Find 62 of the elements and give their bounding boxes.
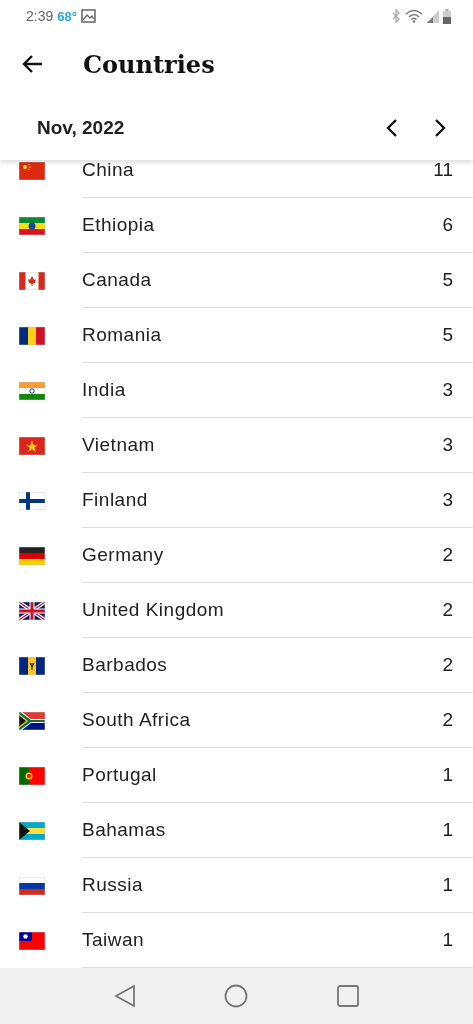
flag-icon bbox=[19, 711, 45, 730]
period-label: Nov, 2022 bbox=[37, 117, 126, 139]
visit-count: 2 bbox=[442, 544, 453, 566]
flag-icon bbox=[19, 271, 45, 290]
flag-icon bbox=[19, 546, 45, 565]
circle-icon bbox=[224, 984, 249, 1008]
country-name: India bbox=[82, 379, 127, 401]
country-name: Germany bbox=[82, 544, 165, 566]
wifi-icon bbox=[405, 9, 423, 23]
visit-count: 3 bbox=[442, 489, 453, 511]
bluetooth-icon bbox=[392, 9, 401, 23]
visit-count: 6 bbox=[442, 214, 453, 236]
country-name: Canada bbox=[82, 269, 153, 291]
flag-icon bbox=[19, 381, 45, 400]
visit-count: 3 bbox=[442, 434, 453, 456]
visit-count: 1 bbox=[442, 764, 453, 786]
country-name: China bbox=[82, 160, 136, 181]
battery-icon bbox=[443, 8, 451, 24]
country-name: Barbados bbox=[82, 654, 169, 676]
flag-icon bbox=[19, 326, 45, 345]
screen-title: Countries bbox=[83, 49, 215, 79]
square-icon bbox=[336, 985, 359, 1007]
visit-count: 5 bbox=[442, 324, 453, 346]
country-name: Taiwan bbox=[82, 929, 146, 951]
flag-icon bbox=[19, 876, 45, 895]
country-name: Romania bbox=[82, 324, 163, 346]
visit-count: 5 bbox=[442, 269, 453, 291]
visit-count: 2 bbox=[442, 654, 453, 676]
country-name: Russia bbox=[82, 874, 145, 896]
flag-icon bbox=[19, 491, 45, 510]
visit-count: 1 bbox=[442, 874, 453, 896]
visit-count: 3 bbox=[442, 379, 453, 401]
country-name: Finland bbox=[82, 489, 149, 511]
chevron-left-icon bbox=[385, 118, 399, 138]
flag-icon bbox=[19, 216, 45, 235]
visit-count: 2 bbox=[442, 709, 453, 731]
flag-icon bbox=[19, 161, 45, 180]
country-name: Ethiopia bbox=[82, 214, 156, 236]
flag-icon bbox=[19, 436, 45, 455]
home-button[interactable] bbox=[224, 984, 249, 1008]
country-name: United Kingdom bbox=[82, 599, 226, 621]
visit-count: 1 bbox=[442, 819, 453, 841]
visit-count: 1 bbox=[442, 929, 453, 951]
country-name: South Africa bbox=[82, 709, 192, 731]
signal-icon bbox=[427, 9, 439, 23]
flag-icon bbox=[19, 656, 45, 675]
temperature-text: 68° bbox=[57, 8, 77, 24]
recents-button[interactable] bbox=[336, 985, 359, 1007]
triangle-back-icon bbox=[114, 984, 137, 1008]
image-icon bbox=[80, 9, 96, 23]
country-name: Bahamas bbox=[82, 819, 167, 841]
country-name: Portugal bbox=[82, 764, 158, 786]
back-nav-button[interactable] bbox=[114, 984, 137, 1008]
visit-count: 11 bbox=[433, 160, 453, 181]
flag-icon bbox=[19, 766, 45, 785]
flag-icon bbox=[19, 821, 45, 840]
flag-icon bbox=[19, 601, 45, 620]
country-name: Vietnam bbox=[82, 434, 156, 456]
clock-text: 2:39 bbox=[26, 8, 54, 24]
flag-icon bbox=[19, 931, 45, 950]
chevron-right-icon bbox=[433, 118, 447, 138]
visit-count: 2 bbox=[442, 599, 453, 621]
